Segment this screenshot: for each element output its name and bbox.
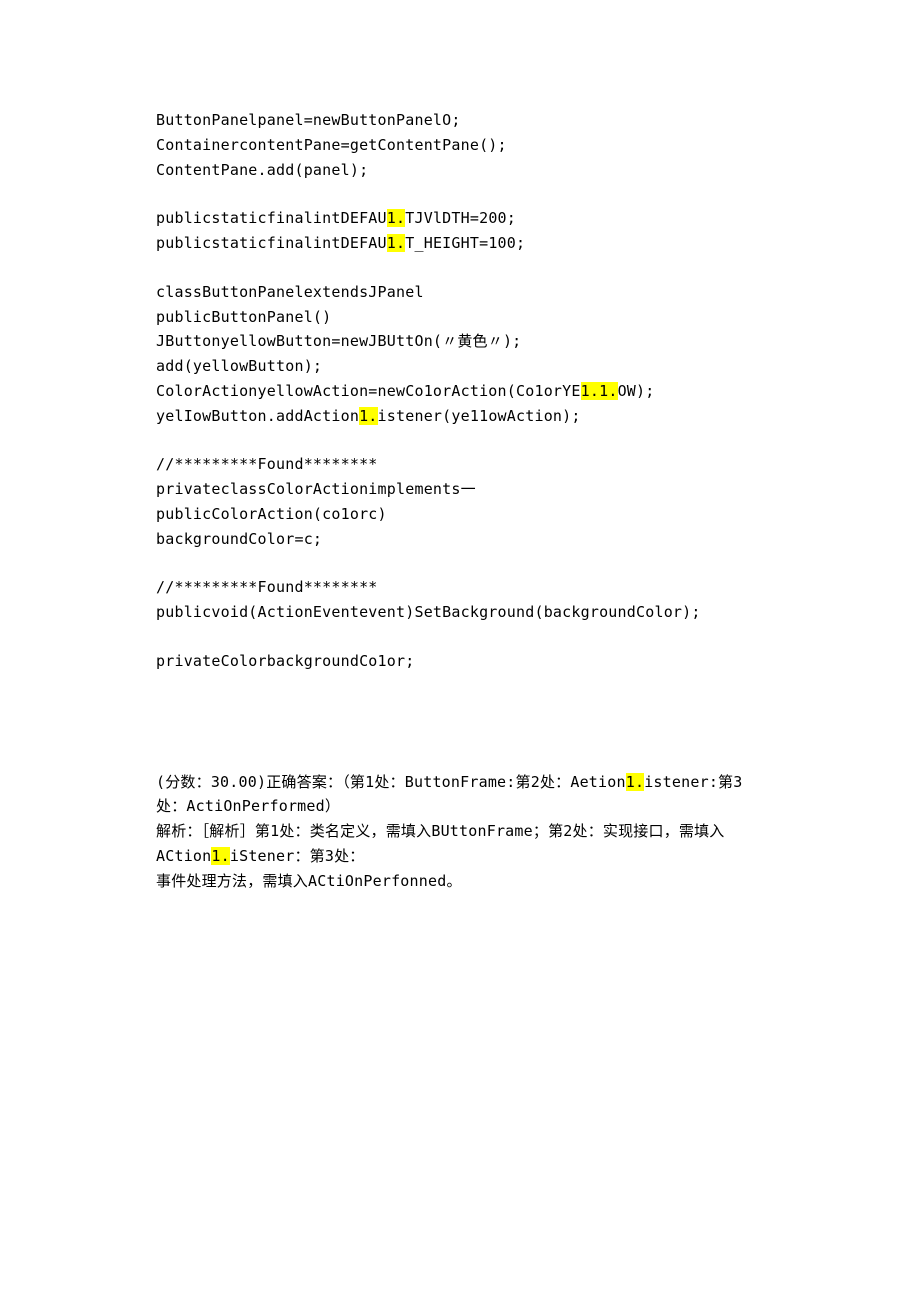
blank-line [156,625,764,649]
code-line: publicstaticfinalintDEFAU1.TJVlDTH=200; [156,206,764,231]
highlight-text: 1. [387,234,405,252]
code-line: ContainercontentPane=getContentPane(); [156,133,764,158]
code-text: TJVlDTH=200; [405,209,516,227]
code-text: T_HEIGHT=100; [405,234,525,252]
code-line: ButtonPanelpanel=newButtonPanelO; [156,108,764,133]
highlight-text: 1. [387,209,405,227]
code-text: ColorActionyellowAction=newCo1orAction(C… [156,382,581,400]
code-text: yelIowButton.addAction [156,407,359,425]
answer-line: 事件处理方法，需填入ACtiOnPerfonned。 [156,869,764,894]
code-text: OW); [618,382,655,400]
highlight-text: 1.1. [581,382,618,400]
code-line: backgroundColor=c; [156,527,764,552]
document-page: ButtonPanelpanel=newButtonPanelO; Contai… [0,0,920,1301]
code-line: publicColorAction(co1orc) [156,502,764,527]
blank-line [156,256,764,280]
code-line: privateclassColorActionimplements一 [156,477,764,502]
code-line: ∕∕*********Found******** [156,575,764,600]
blank-line [156,182,764,206]
answer-line: 解析：［解析］第1处：类名定义，需填入BUttonFrame；第2处：实现接口，… [156,819,764,869]
code-text: istener(ye11owAction); [378,407,581,425]
answer-text: iStener：第3处： [230,847,365,865]
code-text: publicstaticfinalintDEFAU [156,209,387,227]
code-line: publicvoid(ActionEventevent)SetBackgroun… [156,600,764,625]
code-line: ColorActionyellowAction=newCo1orAction(C… [156,379,764,404]
answer-text: (分数：30.00)正确答案：（第1处：ButtonFrame:第2处：Aeti… [156,773,626,791]
code-line: ContentPane.add(panel); [156,158,764,183]
highlight-text: 1. [626,773,644,791]
blank-line [156,551,764,575]
code-line: yelIowButton.addAction1.istener(ye11owAc… [156,404,764,429]
answer-line: (分数：30.00)正确答案：（第1处：ButtonFrame:第2处：Aeti… [156,770,764,820]
code-line: classButtonPanelextendsJPanel [156,280,764,305]
code-line: ∕∕*********Found******** [156,452,764,477]
code-line: JButtonyellowButton=newJBUttOn(〃黄色〃); [156,329,764,354]
code-line: publicButtonPanel() [156,305,764,330]
code-line: privateColorbackgroundCo1or; [156,649,764,674]
code-text: publicstaticfinalintDEFAU [156,234,387,252]
answer-block: (分数：30.00)正确答案：（第1处：ButtonFrame:第2处：Aeti… [156,770,764,894]
highlight-text: 1. [359,407,377,425]
blank-line [156,428,764,452]
highlight-text: 1. [211,847,229,865]
code-line: publicstaticfinalintDEFAU1.T_HEIGHT=100; [156,231,764,256]
code-line: add(yellowButton); [156,354,764,379]
